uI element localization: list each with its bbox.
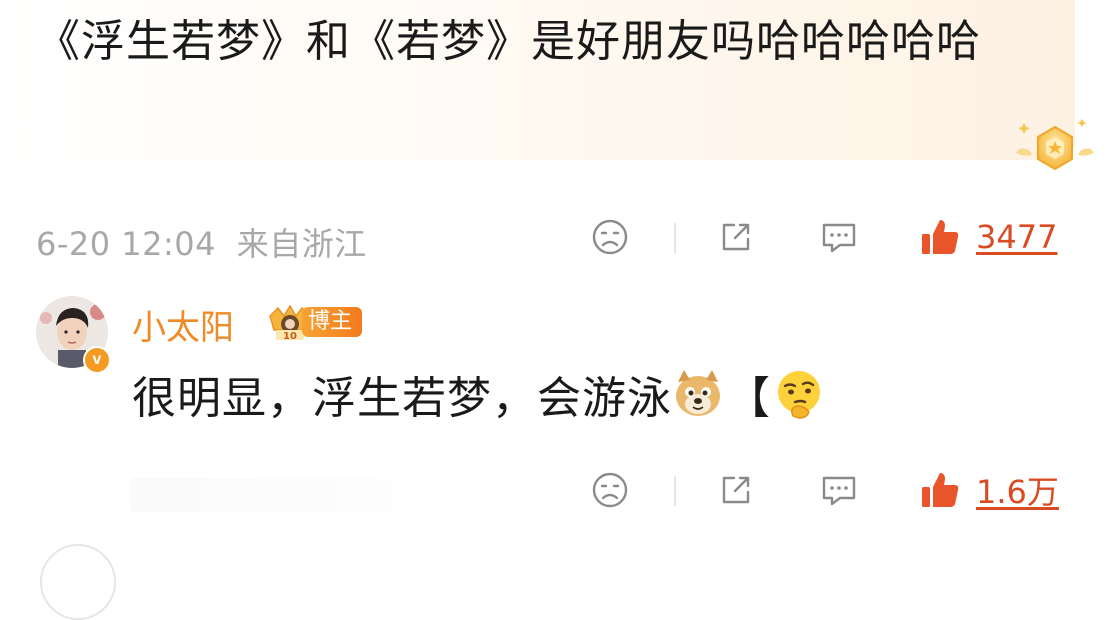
- comment-actions-row: 1.6万: [0, 458, 1115, 518]
- comment-bracket: 【: [726, 373, 771, 424]
- dislike-button[interactable]: [590, 215, 630, 259]
- share-icon: [722, 223, 750, 251]
- author-badge: 10 博主: [266, 304, 363, 342]
- thinking-emoji-icon: [778, 371, 820, 419]
- divider: [674, 476, 676, 506]
- frown-face-icon: [592, 219, 628, 255]
- like-button[interactable]: 3477: [918, 215, 1057, 259]
- comment-text: 很明显，浮生若梦，会游泳: [132, 373, 672, 424]
- comment-like-button[interactable]: 1.6万: [918, 468, 1059, 512]
- author-tag: 博主: [302, 307, 363, 337]
- blurred-placeholder: [130, 478, 475, 512]
- post-meta-row: 6-20 12:04 来自浙江 3477: [0, 205, 1115, 265]
- comment-item: v 小太阳 10 博主 很明显，浮生若梦，会游泳 【: [0, 290, 1115, 430]
- comment-share-button[interactable]: [716, 468, 756, 512]
- comment-body: 很明显，浮生若梦，会游泳 【: [132, 362, 825, 426]
- comment-like-count[interactable]: 1.6万: [976, 467, 1059, 513]
- badge-level: 10: [283, 331, 297, 342]
- comment-username[interactable]: 小太阳: [132, 300, 234, 349]
- comment-bubble-icon: [822, 476, 856, 506]
- next-comment-avatar[interactable]: [40, 544, 116, 620]
- share-button[interactable]: [716, 215, 756, 259]
- crown-badge-icon: [1016, 119, 1094, 171]
- comment-bubble-icon: [822, 223, 856, 253]
- divider: [674, 223, 676, 253]
- post-location: 来自浙江: [236, 225, 367, 263]
- comment-button[interactable]: [818, 215, 860, 259]
- doge-emoji-icon: [676, 370, 720, 416]
- comment-reply-button[interactable]: [818, 468, 860, 512]
- post-timestamp: 6-20 12:04: [36, 225, 217, 263]
- post-card[interactable]: 《浮生若梦》和《若梦》是好朋友吗哈哈哈哈哈: [0, 0, 1094, 171]
- thumbs-up-icon: [922, 473, 959, 507]
- comment-dislike-button[interactable]: [590, 468, 630, 512]
- post-meta: 6-20 12:04 来自浙江: [36, 219, 367, 265]
- share-icon: [722, 476, 750, 504]
- post-text: 《浮生若梦》和《若梦》是好朋友吗哈哈哈哈哈: [36, 16, 981, 67]
- thumbs-up-icon: [922, 220, 959, 254]
- post-like-count[interactable]: 3477: [976, 218, 1057, 256]
- verified-badge: v: [83, 346, 111, 374]
- frown-face-icon: [592, 472, 628, 508]
